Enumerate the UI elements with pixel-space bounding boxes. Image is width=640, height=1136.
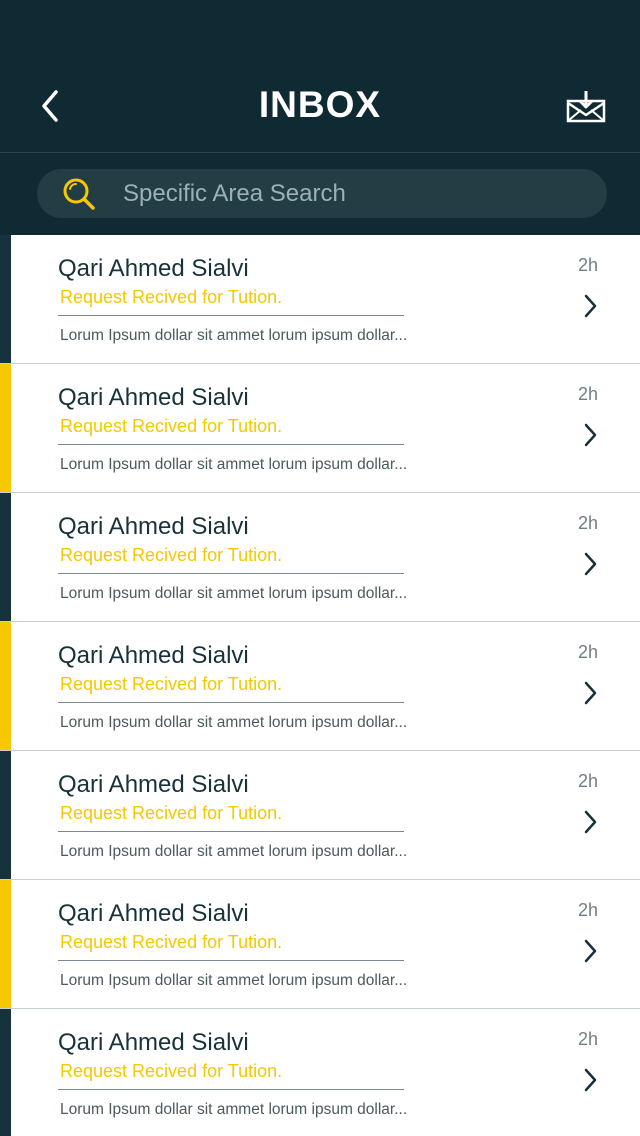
- message-subject: Request Recived for Tution.: [60, 416, 283, 436]
- row-accent-bar: [0, 880, 11, 1008]
- message-time: 2h: [577, 771, 598, 791]
- row-divider: [58, 444, 404, 445]
- sender-name: Qari Ahmed Sialvi: [58, 771, 249, 798]
- search-icon[interactable]: [59, 174, 99, 214]
- chevron-right-icon[interactable]: [580, 292, 600, 320]
- row-divider: [58, 1089, 404, 1090]
- message-time: 2h: [577, 1029, 598, 1049]
- chevron-right-icon[interactable]: [580, 937, 600, 965]
- row-accent-bar: [0, 364, 11, 492]
- sender-name: Qari Ahmed Sialvi: [58, 255, 249, 282]
- message-list: Qari Ahmed Sialvi Request Recived for Tu…: [0, 235, 640, 1136]
- message-row[interactable]: Qari Ahmed Sialvi Request Recived for Tu…: [0, 622, 640, 751]
- row-accent-bar: [0, 235, 11, 363]
- app-header: INBOX: [0, 0, 640, 235]
- inbox-download-icon: [566, 89, 606, 128]
- message-row[interactable]: Qari Ahmed Sialvi Request Recived for Tu…: [0, 493, 640, 622]
- chevron-right-icon[interactable]: [580, 808, 600, 836]
- message-preview: Lorum Ipsum dollar sit ammet lorum ipsum…: [60, 456, 408, 473]
- message-time: 2h: [577, 513, 598, 533]
- message-subject: Request Recived for Tution.: [60, 545, 283, 565]
- row-accent-bar: [0, 751, 11, 879]
- message-row[interactable]: Qari Ahmed Sialvi Request Recived for Tu…: [0, 880, 640, 1009]
- message-preview: Lorum Ipsum dollar sit ammet lorum ipsum…: [60, 1101, 408, 1118]
- row-accent-bar: [0, 1009, 11, 1136]
- chevron-right-icon[interactable]: [580, 550, 600, 578]
- message-subject: Request Recived for Tution.: [60, 287, 283, 307]
- top-bar: INBOX: [0, 60, 640, 153]
- chevron-right-icon[interactable]: [580, 1066, 600, 1094]
- page-title: INBOX: [258, 84, 382, 125]
- message-preview: Lorum Ipsum dollar sit ammet lorum ipsum…: [60, 714, 408, 731]
- message-row[interactable]: Qari Ahmed Sialvi Request Recived for Tu…: [0, 1009, 640, 1136]
- search-input[interactable]: [123, 169, 607, 218]
- inbox-download-button[interactable]: [562, 86, 610, 130]
- row-accent-bar: [0, 493, 11, 621]
- sender-name: Qari Ahmed Sialvi: [58, 384, 249, 411]
- message-subject: Request Recived for Tution.: [60, 803, 283, 823]
- message-row[interactable]: Qari Ahmed Sialvi Request Recived for Tu…: [0, 235, 640, 364]
- message-row[interactable]: Qari Ahmed Sialvi Request Recived for Tu…: [0, 364, 640, 493]
- row-divider: [58, 315, 404, 316]
- message-time: 2h: [577, 384, 598, 404]
- message-subject: Request Recived for Tution.: [60, 1061, 283, 1081]
- sender-name: Qari Ahmed Sialvi: [58, 900, 249, 927]
- row-divider: [58, 831, 404, 832]
- sender-name: Qari Ahmed Sialvi: [58, 513, 249, 540]
- message-time: 2h: [577, 642, 598, 662]
- message-preview: Lorum Ipsum dollar sit ammet lorum ipsum…: [60, 585, 408, 602]
- message-time: 2h: [577, 255, 598, 275]
- message-preview: Lorum Ipsum dollar sit ammet lorum ipsum…: [60, 972, 408, 989]
- row-accent-bar: [0, 622, 11, 750]
- sender-name: Qari Ahmed Sialvi: [58, 642, 249, 669]
- row-divider: [58, 960, 404, 961]
- message-time: 2h: [577, 900, 598, 920]
- row-divider: [58, 573, 404, 574]
- chevron-right-icon[interactable]: [580, 679, 600, 707]
- message-row[interactable]: Qari Ahmed Sialvi Request Recived for Tu…: [0, 751, 640, 880]
- message-preview: Lorum Ipsum dollar sit ammet lorum ipsum…: [60, 843, 408, 860]
- chevron-right-icon[interactable]: [580, 421, 600, 449]
- message-subject: Request Recived for Tution.: [60, 674, 283, 694]
- search-bar: [37, 169, 607, 218]
- row-divider: [58, 702, 404, 703]
- sender-name: Qari Ahmed Sialvi: [58, 1029, 249, 1056]
- message-subject: Request Recived for Tution.: [60, 932, 283, 952]
- message-preview: Lorum Ipsum dollar sit ammet lorum ipsum…: [60, 327, 408, 344]
